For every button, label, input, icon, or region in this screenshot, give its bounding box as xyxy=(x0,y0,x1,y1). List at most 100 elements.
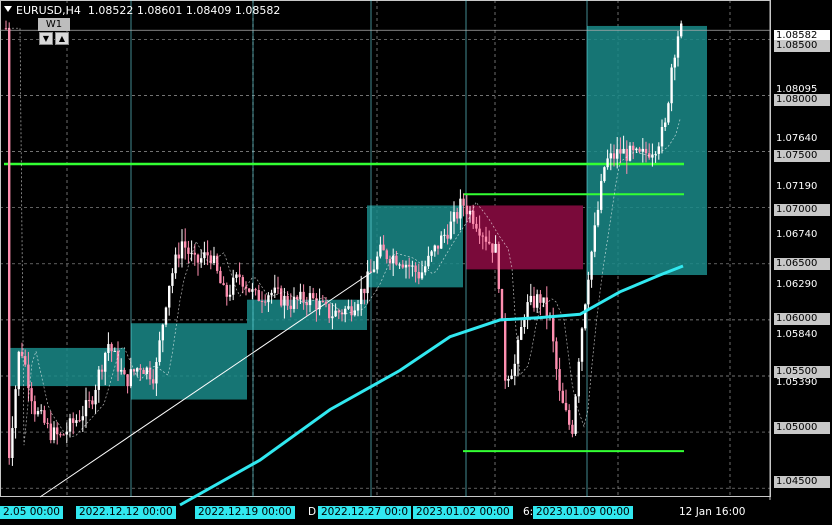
candle-body xyxy=(152,379,155,384)
candle-body xyxy=(363,288,366,294)
candle-body xyxy=(616,149,619,159)
candle-body xyxy=(664,122,667,128)
candle-body xyxy=(40,410,43,412)
candle-body xyxy=(91,400,94,405)
candle-body xyxy=(603,167,606,182)
candle-body xyxy=(609,153,612,159)
candle-body xyxy=(8,28,11,458)
candle-body xyxy=(273,287,276,293)
candle-body xyxy=(139,368,142,370)
price-axis-label: 1.07500 xyxy=(774,150,830,162)
candle-body xyxy=(27,364,30,389)
candle-body xyxy=(11,428,14,458)
candle-body xyxy=(596,209,600,226)
candle-body xyxy=(222,283,225,286)
time-axis-label: 2022.12.12 00:00 xyxy=(76,506,176,519)
price-zone xyxy=(131,323,247,400)
period-label[interactable]: W1 xyxy=(38,18,70,31)
price-axis-label: 1.07190 xyxy=(776,181,818,192)
candle-body xyxy=(462,198,465,206)
candle-body xyxy=(196,254,200,263)
candle-body xyxy=(673,57,676,68)
candle-body xyxy=(587,279,590,305)
candle-body xyxy=(436,245,440,249)
period-switcher: W1 ▼ ▲ xyxy=(38,18,70,46)
candle-body xyxy=(36,411,40,415)
candle-body xyxy=(488,241,491,244)
candle-body xyxy=(600,181,603,210)
candle-body xyxy=(536,294,539,308)
period-up-button[interactable]: ▲ xyxy=(55,32,69,45)
price-axis-label: 1.05840 xyxy=(776,329,818,340)
candle-body xyxy=(619,149,622,154)
candle-body xyxy=(299,291,302,300)
candle-body xyxy=(580,328,584,362)
candle-body xyxy=(206,252,209,256)
candle-body xyxy=(276,287,280,289)
candle-body xyxy=(510,375,513,380)
candle-body xyxy=(552,315,555,342)
candle-body xyxy=(632,145,635,151)
price-axis-label: 1.06000 xyxy=(774,313,830,325)
candle-body xyxy=(504,320,507,381)
candle-body xyxy=(14,389,17,429)
symbol-label: EURUSD,H4 xyxy=(16,4,81,17)
candle-body xyxy=(651,154,654,158)
period-down-button[interactable]: ▼ xyxy=(39,32,53,45)
candle-body xyxy=(385,250,388,260)
candle-body xyxy=(539,294,542,303)
dropdown-triangle-icon[interactable] xyxy=(4,6,12,12)
candle-body xyxy=(123,369,126,375)
candle-body xyxy=(107,344,110,353)
candle-body xyxy=(452,212,456,222)
candle-body xyxy=(270,292,273,296)
candle-body xyxy=(296,296,299,300)
price-chart[interactable] xyxy=(0,0,832,525)
candle-body xyxy=(404,264,408,268)
candle-body xyxy=(228,294,232,297)
candle-body xyxy=(84,400,88,417)
candle-body xyxy=(248,288,251,292)
candle-body xyxy=(427,255,430,267)
candle-body xyxy=(260,300,264,302)
open-value: 1.08522 xyxy=(87,4,134,17)
candle-body xyxy=(171,273,174,286)
price-axis-label: 1.06500 xyxy=(774,258,830,270)
candle-body xyxy=(478,228,481,236)
candle-body xyxy=(577,361,580,397)
candle-body xyxy=(136,368,139,372)
candle-body xyxy=(324,301,328,304)
time-axis-label: 12 Jan 16:00 xyxy=(679,506,746,518)
candle-body xyxy=(667,103,670,123)
candle-body xyxy=(612,153,616,159)
candle-body xyxy=(654,153,657,155)
candle-body xyxy=(321,300,324,302)
candle-body xyxy=(174,254,177,274)
candle-body xyxy=(446,234,449,239)
candle-body xyxy=(542,297,545,303)
candle-body xyxy=(81,416,84,421)
candle-body xyxy=(120,369,123,372)
candle-body xyxy=(104,352,107,372)
candle-body xyxy=(190,252,193,254)
candle-body xyxy=(500,288,504,321)
candle-body xyxy=(440,235,443,249)
low-value: 1.08409 xyxy=(185,4,232,17)
candle-body xyxy=(78,420,81,422)
candle-body xyxy=(459,198,462,219)
candle-body xyxy=(116,350,120,372)
candle-body xyxy=(219,270,222,284)
candle-body xyxy=(401,264,404,268)
candle-body xyxy=(264,301,267,303)
candle-body xyxy=(155,362,158,384)
candle-body xyxy=(497,243,500,289)
candle-body xyxy=(168,285,171,308)
candle-body xyxy=(660,127,664,147)
candle-body xyxy=(4,28,8,30)
candle-body xyxy=(417,271,420,279)
candle-body xyxy=(43,410,46,423)
candle-body xyxy=(292,296,296,309)
candle-body xyxy=(193,252,196,255)
candle-body xyxy=(184,241,187,248)
candle-body xyxy=(574,396,577,434)
